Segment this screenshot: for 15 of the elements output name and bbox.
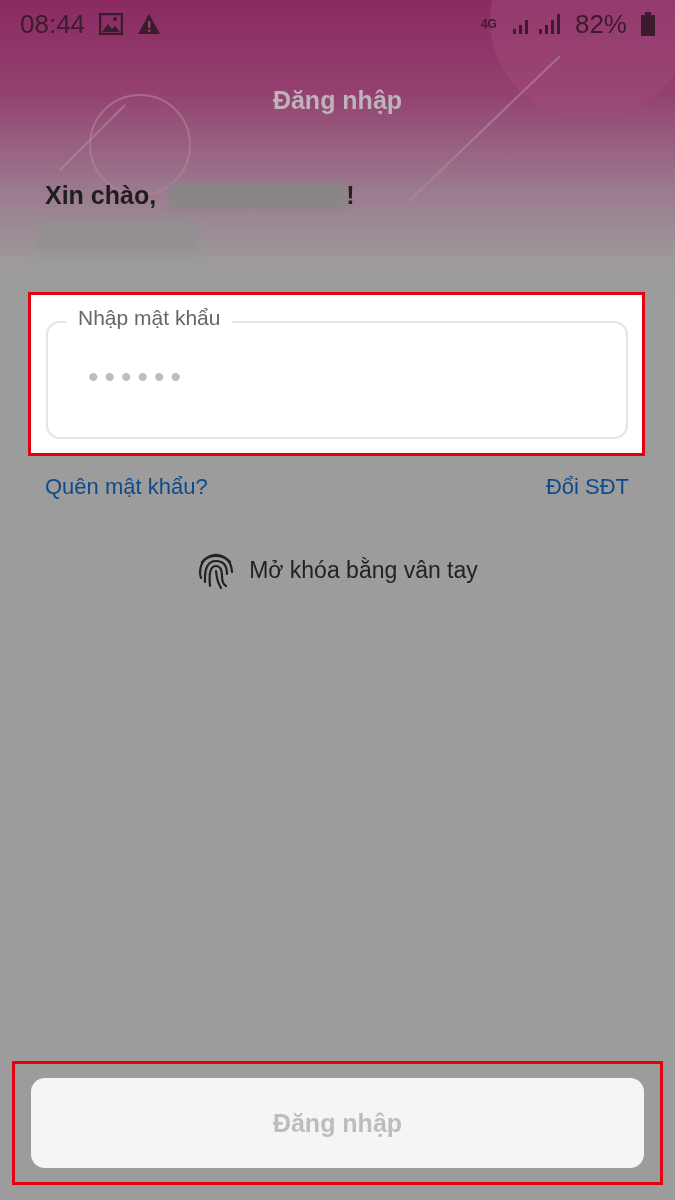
status-time: 08:44 xyxy=(20,8,86,40)
signal-icon xyxy=(510,12,561,36)
greeting-mark: ! xyxy=(346,181,355,210)
network-type: 4G xyxy=(480,17,497,31)
fingerprint-label: Mở khóa bằng vân tay xyxy=(249,556,478,584)
battery-percent: 82% xyxy=(574,8,627,40)
masked-value: •••••• xyxy=(88,360,188,394)
warning-icon xyxy=(137,13,162,35)
battery-icon xyxy=(641,12,655,36)
screen-title: Đăng nhập xyxy=(272,86,403,114)
text-link[interactable]: Đổi SĐT xyxy=(545,474,629,500)
field-label: Nhập mật khẩu xyxy=(66,306,233,330)
text-link[interactable]: Quên mật khẩu? xyxy=(45,474,208,500)
image-icon xyxy=(99,13,124,35)
greeting-text: Xin chào, xyxy=(45,181,157,210)
